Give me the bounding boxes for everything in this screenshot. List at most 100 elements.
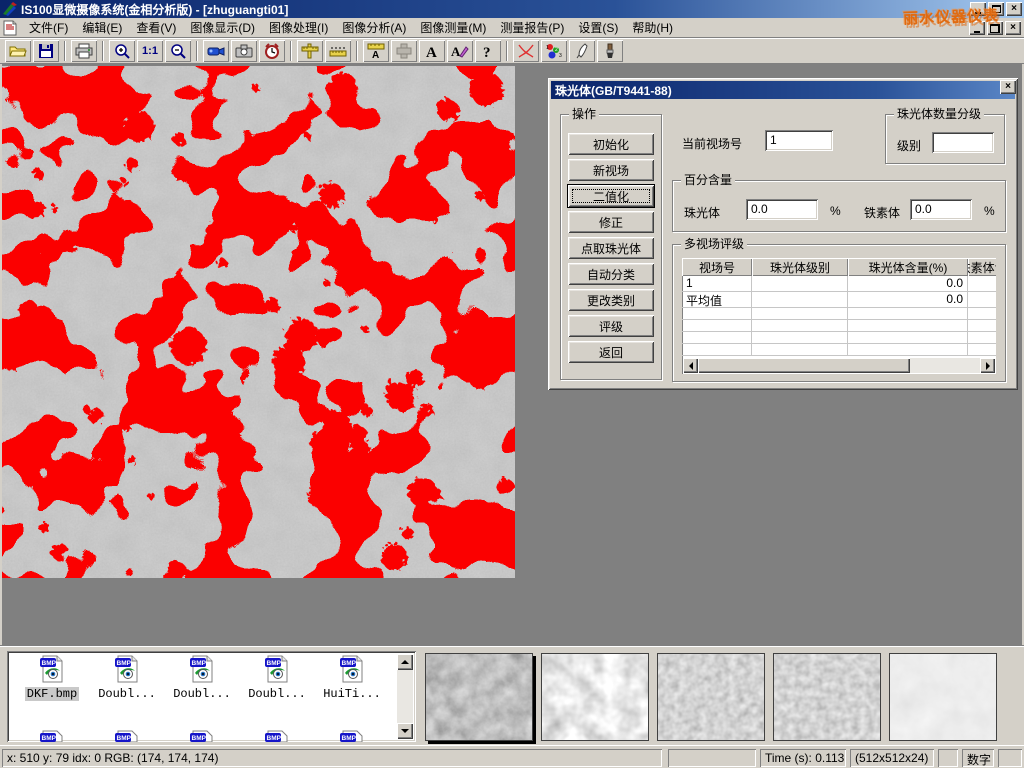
phase-count-button[interactable]: 123 (541, 40, 567, 62)
open-file-button[interactable] (5, 40, 31, 62)
pearlite-percent-input[interactable]: 0.0 (746, 199, 818, 220)
svg-text:BMP: BMP (42, 660, 57, 667)
toolbar-separator (64, 41, 66, 61)
measure-label-button[interactable]: A (363, 40, 389, 62)
menu-file[interactable]: 文件(F) (22, 17, 75, 38)
rating-table[interactable]: 视场号 珠光体级别 珠光体含量(%) 铁素体含量(%) 1 0.0 平均值 0.… (682, 258, 996, 374)
svg-text:3: 3 (559, 53, 562, 59)
dialog-title: 珠光体(GB/T9441-88) (555, 82, 672, 99)
file-list-scrollbar[interactable] (397, 654, 413, 739)
menu-view[interactable]: 查看(V) (129, 17, 183, 38)
menu-measure-report[interactable]: 测量报告(P) (493, 17, 571, 38)
multi-field-label: 多视场评级 (681, 237, 747, 251)
annotate-text-button[interactable]: A (447, 40, 473, 62)
cell-pearlite-level (752, 276, 848, 291)
menu-image-measure[interactable]: 图像测量(M) (413, 17, 493, 38)
toolbar: 1:1 A A A ? 123 (0, 38, 1024, 64)
col-pearlite-level: 珠光体级别 (752, 258, 848, 276)
file-item[interactable]: BMP HuiTi... (317, 655, 387, 701)
file-item[interactable]: BMP (167, 730, 237, 742)
help-button[interactable]: ? (475, 40, 501, 62)
file-item[interactable]: BMP (17, 730, 87, 742)
child-close-button[interactable]: × (1005, 21, 1021, 35)
help-icon: ? (482, 43, 494, 59)
pearlite-percent-unit: % (830, 204, 841, 218)
save-button[interactable] (33, 40, 59, 62)
text-edit-icon: A (451, 43, 469, 59)
photo-capture-button[interactable] (231, 40, 257, 62)
col-ferrite-percent: 铁素体含量(%) (968, 258, 996, 276)
pick-pearlite-button[interactable]: 点取珠光体 (568, 237, 654, 259)
rate-button[interactable]: 评级 (568, 315, 654, 337)
caliper-icon (301, 43, 319, 59)
ferrite-percent-unit: % (984, 204, 995, 218)
menu-edit[interactable]: 编辑(E) (75, 17, 129, 38)
grid-button[interactable] (391, 40, 417, 62)
binarize-button[interactable]: 二值化 (568, 185, 654, 207)
menu-help[interactable]: 帮助(H) (625, 17, 680, 38)
initialize-button[interactable]: 初始化 (568, 133, 654, 155)
table-row-empty (682, 332, 996, 344)
zoom-out-button[interactable] (165, 40, 191, 62)
thumbnail-2[interactable] (541, 653, 649, 741)
table-row[interactable]: 1 0.0 (682, 276, 996, 292)
pen-tool-button[interactable] (569, 40, 595, 62)
file-item[interactable]: BMP (92, 730, 162, 742)
current-field-input[interactable]: 1 (765, 130, 833, 151)
new-field-button[interactable]: 新视场 (568, 159, 654, 181)
table-header: 视场号 珠光体级别 珠光体含量(%) 铁素体含量(%) (682, 258, 996, 276)
change-class-button[interactable]: 更改类别 (568, 289, 654, 311)
brush-icon (603, 43, 617, 59)
scroll-down-button[interactable] (397, 723, 413, 739)
thumbnail-3[interactable] (657, 653, 765, 741)
scroll-right-button[interactable] (980, 358, 995, 373)
file-name: HuiTi... (321, 687, 383, 701)
ferrite-percent-input[interactable]: 0.0 (910, 199, 972, 220)
correct-button[interactable]: 修正 (568, 211, 654, 233)
zoom-in-button[interactable] (109, 40, 135, 62)
cell-field-no: 平均值 (682, 292, 752, 307)
thumbnail-1[interactable] (425, 653, 533, 741)
timer-button[interactable] (259, 40, 285, 62)
file-item[interactable]: BMP Doubl... (92, 655, 162, 701)
svg-text:2: 2 (555, 47, 558, 53)
file-list[interactable]: BMP DKF.bmp BMP Doubl... BMP Doubl... BM… (7, 651, 416, 742)
menu-image-processing[interactable]: 图像处理(I) (262, 17, 335, 38)
curve-tool-button[interactable] (513, 40, 539, 62)
status-empty-panel (668, 749, 756, 767)
table-horizontal-scrollbar[interactable] (683, 358, 995, 373)
caliper-measure-button[interactable] (297, 40, 323, 62)
scrollbar-thumb[interactable] (698, 358, 910, 373)
video-capture-button[interactable] (203, 40, 229, 62)
print-button[interactable] (71, 40, 97, 62)
return-button[interactable]: 返回 (568, 341, 654, 363)
actual-size-button[interactable]: 1:1 (137, 40, 163, 62)
brush-tool-button[interactable] (597, 40, 623, 62)
ruler-measure-button[interactable] (325, 40, 351, 62)
file-item[interactable]: BMP Doubl... (242, 655, 312, 701)
menu-settings[interactable]: 设置(S) (571, 17, 625, 38)
video-camera-icon (207, 44, 225, 58)
svg-text:A: A (451, 44, 461, 59)
text-button[interactable]: A (419, 40, 445, 62)
arrow-right-icon (986, 362, 990, 370)
window-close-button[interactable]: × (1006, 2, 1022, 16)
dialog-close-button[interactable]: × (1000, 80, 1016, 94)
svg-text:BMP: BMP (192, 660, 207, 667)
auto-classify-button[interactable]: 自动分类 (568, 263, 654, 285)
dialog-title-bar[interactable]: 珠光体(GB/T9441-88) (551, 81, 1015, 99)
thumbnail-4[interactable] (773, 653, 881, 741)
menu-image-analysis[interactable]: 图像分析(A) (335, 17, 413, 38)
file-item[interactable]: BMP (317, 730, 387, 742)
level-input[interactable] (932, 132, 994, 153)
menu-image-display[interactable]: 图像显示(D) (183, 17, 262, 38)
scroll-up-button[interactable] (397, 654, 413, 670)
scroll-left-button[interactable] (683, 358, 698, 373)
thumbnail-5[interactable] (889, 653, 997, 741)
metallograph-image[interactable] (2, 66, 515, 578)
table-row[interactable]: 平均值 0.0 (682, 292, 996, 308)
file-item[interactable]: BMP DKF.bmp (17, 655, 87, 701)
file-item[interactable]: BMP Doubl... (167, 655, 237, 701)
scrollbar-track[interactable] (910, 358, 980, 373)
file-item[interactable]: BMP (242, 730, 312, 742)
